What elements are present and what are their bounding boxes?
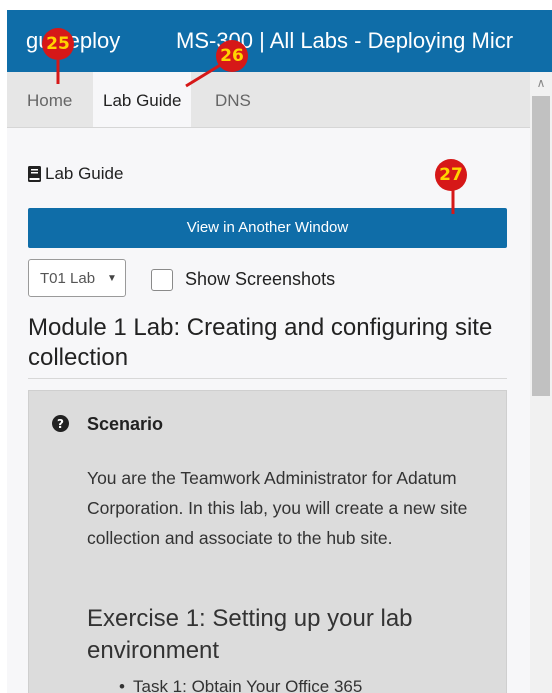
scroll-up-icon[interactable]: ∧ bbox=[530, 72, 552, 94]
scenario-text: You are the Teamwork Administrator for A… bbox=[87, 468, 468, 548]
lab-select-value: T01 Lab bbox=[40, 270, 96, 287]
title-bar: guideploy MS-300 | All Labs - Deploying … bbox=[7, 10, 552, 72]
tab-home[interactable]: Home bbox=[17, 72, 82, 127]
book-icon bbox=[28, 166, 41, 182]
lab-guide-label: Lab Guide bbox=[45, 164, 124, 183]
show-screenshots-label[interactable]: Show Screenshots bbox=[185, 269, 335, 290]
question-circle-icon: ? bbox=[52, 415, 69, 432]
show-screenshots-checkbox[interactable] bbox=[151, 269, 173, 291]
module-title: Module 1 Lab: Creating and configuring s… bbox=[28, 314, 493, 371]
annotation-badge-27: 27 bbox=[435, 159, 467, 191]
tab-dns[interactable]: DNS bbox=[205, 72, 261, 127]
lab-select-dropdown[interactable]: T01 Lab ▼ bbox=[28, 259, 126, 297]
list-item: Task 1: Obtain Your Office 365 bbox=[119, 677, 473, 693]
svg-text:?: ? bbox=[57, 417, 64, 431]
caret-down-icon: ▼ bbox=[107, 273, 117, 284]
tab-bar: Home Lab Guide DNS bbox=[7, 72, 530, 128]
divider bbox=[28, 378, 507, 379]
lab-guide-heading: Lab Guide bbox=[28, 164, 123, 184]
annotation-badge-26: 26 bbox=[216, 40, 248, 72]
tab-lab-guide[interactable]: Lab Guide bbox=[93, 72, 192, 127]
annotation-badge-25: 25 bbox=[42, 28, 74, 60]
view-in-another-window-button[interactable]: View in Another Window bbox=[28, 208, 507, 248]
scenario-box: ? Scenario You are the Teamwork Administ… bbox=[28, 390, 507, 693]
vertical-scrollbar[interactable]: ∧ bbox=[530, 72, 552, 693]
exercise-title: Exercise 1: Setting up your lab environm… bbox=[87, 605, 413, 664]
lab-guide-panel: Lab Guide View in Another Window T01 Lab… bbox=[7, 128, 530, 693]
scenario-title: Scenario bbox=[87, 414, 164, 434]
scroll-thumb[interactable] bbox=[532, 96, 550, 396]
